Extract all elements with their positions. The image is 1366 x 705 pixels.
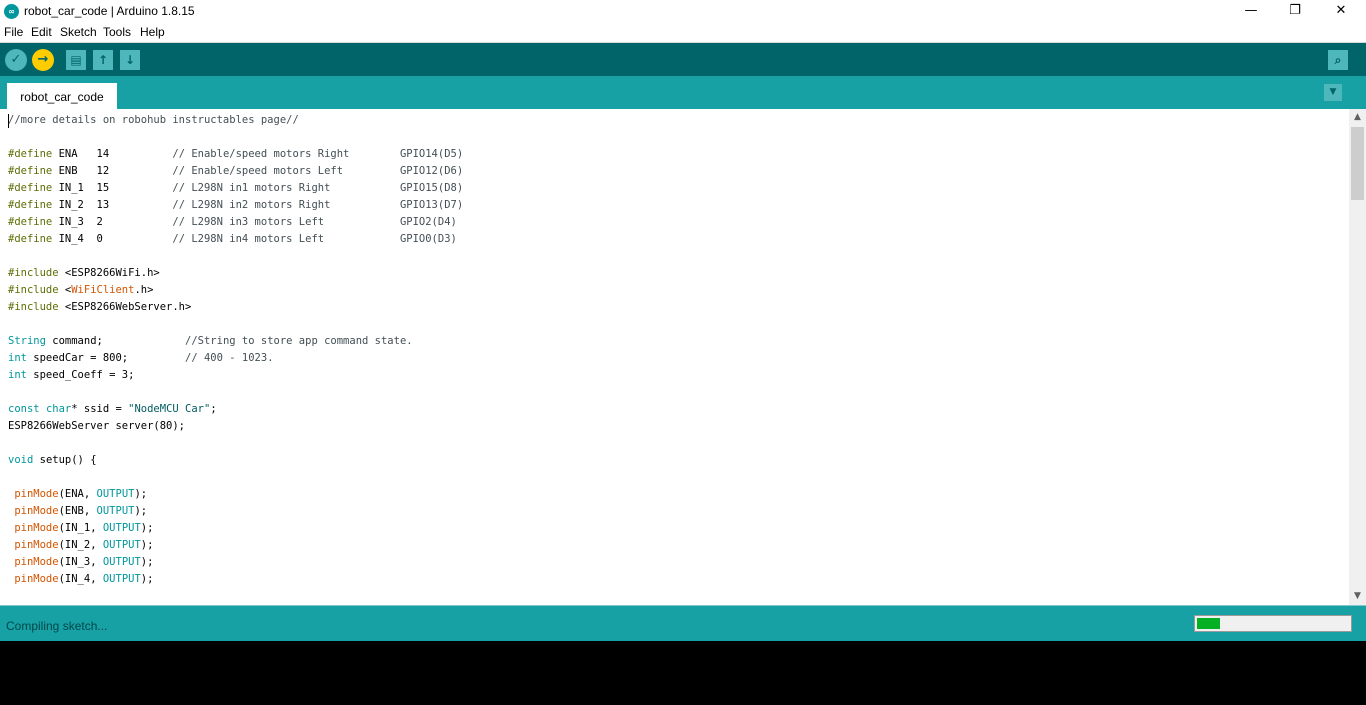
code-line[interactable]: ​ bbox=[8, 435, 463, 452]
code-line[interactable]: #include <ESP8266WiFi.h> bbox=[8, 265, 463, 282]
code-line[interactable]: #define ENA 14 // Enable/speed motors Ri… bbox=[8, 146, 463, 163]
code-line[interactable]: #define IN_1 15 // L298N in1 motors Righ… bbox=[8, 180, 463, 197]
arrow-up-icon: ↑ bbox=[97, 53, 109, 67]
window-title: robot_car_code | Arduino 1.8.15 bbox=[24, 4, 195, 18]
scroll-up-icon[interactable]: ▲ bbox=[1349, 109, 1366, 126]
menu-help[interactable]: Help bbox=[140, 25, 165, 39]
code-line[interactable]: pinMode(IN_3, OUTPUT); bbox=[8, 554, 463, 571]
console-output[interactable] bbox=[0, 641, 1366, 705]
toolbar: ✓ → ▤ ↑ ↓ ⌕ bbox=[0, 43, 1366, 76]
code-line[interactable]: const char* ssid = "NodeMCU Car"; bbox=[8, 401, 463, 418]
upload-button[interactable]: → bbox=[32, 49, 54, 71]
title-bar: ∞ robot_car_code | Arduino 1.8.15 — ❐ ✕ bbox=[0, 0, 1366, 23]
code-line[interactable]: ESP8266WebServer server(80); bbox=[8, 418, 463, 435]
code-line[interactable]: #include <ESP8266WebServer.h> bbox=[8, 299, 463, 316]
code-line[interactable]: int speed_Coeff = 3; bbox=[8, 367, 463, 384]
verify-button[interactable]: ✓ bbox=[5, 49, 27, 71]
code-line[interactable]: #define IN_3 2 // L298N in3 motors Left … bbox=[8, 214, 463, 231]
menu-bar: File Edit Sketch Tools Help bbox=[0, 23, 1366, 43]
maximize-button[interactable]: ❐ bbox=[1272, 0, 1318, 23]
code-line[interactable]: String command; //String to store app co… bbox=[8, 333, 463, 350]
new-file-icon: ▤ bbox=[70, 53, 82, 67]
open-sketch-button[interactable]: ↑ bbox=[93, 50, 113, 70]
menu-edit[interactable]: Edit bbox=[31, 25, 52, 39]
code-line[interactable]: ​ bbox=[8, 469, 463, 486]
code-line[interactable]: ​ bbox=[8, 129, 463, 146]
code-line[interactable]: //more details on robohub instructables … bbox=[8, 112, 463, 129]
code-line[interactable]: #define ENB 12 // Enable/speed motors Le… bbox=[8, 163, 463, 180]
status-bar: Compiling sketch... bbox=[0, 605, 1366, 641]
arduino-logo-icon: ∞ bbox=[4, 4, 19, 19]
save-sketch-button[interactable]: ↓ bbox=[120, 50, 140, 70]
code-line[interactable]: ​ bbox=[8, 384, 463, 401]
close-button[interactable]: ✕ bbox=[1318, 0, 1364, 23]
code-line[interactable]: ​ bbox=[8, 316, 463, 333]
code-line[interactable]: pinMode(ENA, OUTPUT); bbox=[8, 486, 463, 503]
scroll-down-icon[interactable]: ▼ bbox=[1349, 588, 1366, 605]
tab-bar: robot_car_code ▼ bbox=[0, 76, 1366, 109]
serial-monitor-button[interactable]: ⌕ bbox=[1328, 50, 1348, 70]
menu-tools[interactable]: Tools bbox=[103, 25, 131, 39]
code-line[interactable]: ​ bbox=[8, 248, 463, 265]
compile-progress-bar bbox=[1194, 615, 1352, 632]
code-line[interactable]: pinMode(IN_4, OUTPUT); bbox=[8, 571, 463, 588]
code-line[interactable]: #define IN_2 13 // L298N in2 motors Righ… bbox=[8, 197, 463, 214]
code-line[interactable]: pinMode(IN_1, OUTPUT); bbox=[8, 520, 463, 537]
code-line[interactable]: pinMode(ENB, OUTPUT); bbox=[8, 503, 463, 520]
new-sketch-button[interactable]: ▤ bbox=[66, 50, 86, 70]
magnifier-icon: ⌕ bbox=[1334, 53, 1342, 67]
scroll-thumb[interactable] bbox=[1351, 127, 1364, 200]
code-line[interactable]: void setup() { bbox=[8, 452, 463, 469]
arrow-right-icon: → bbox=[37, 52, 49, 67]
code-line[interactable]: pinMode(IN_2, OUTPUT); bbox=[8, 537, 463, 554]
chevron-down-icon: ▼ bbox=[1329, 87, 1337, 97]
code-editor[interactable]: //more details on robohub instructables … bbox=[0, 109, 1366, 605]
editor-scrollbar[interactable]: ▲ ▼ bbox=[1349, 109, 1366, 605]
menu-sketch[interactable]: Sketch bbox=[60, 25, 97, 39]
arrow-down-icon: ↓ bbox=[124, 53, 136, 67]
progress-fill bbox=[1197, 618, 1220, 629]
code-line[interactable]: #define IN_4 0 // L298N in4 motors Left … bbox=[8, 231, 463, 248]
menu-file[interactable]: File bbox=[4, 25, 23, 39]
code-line[interactable]: #include <WiFiClient.h> bbox=[8, 282, 463, 299]
tab-robot-car-code[interactable]: robot_car_code bbox=[7, 83, 117, 109]
check-icon: ✓ bbox=[10, 52, 22, 67]
code-area[interactable]: //more details on robohub instructables … bbox=[8, 112, 463, 588]
tab-menu-button[interactable]: ▼ bbox=[1324, 84, 1342, 101]
status-text: Compiling sketch... bbox=[6, 619, 108, 633]
code-line[interactable]: int speedCar = 800; // 400 - 1023. bbox=[8, 350, 463, 367]
minimize-button[interactable]: — bbox=[1228, 0, 1274, 23]
